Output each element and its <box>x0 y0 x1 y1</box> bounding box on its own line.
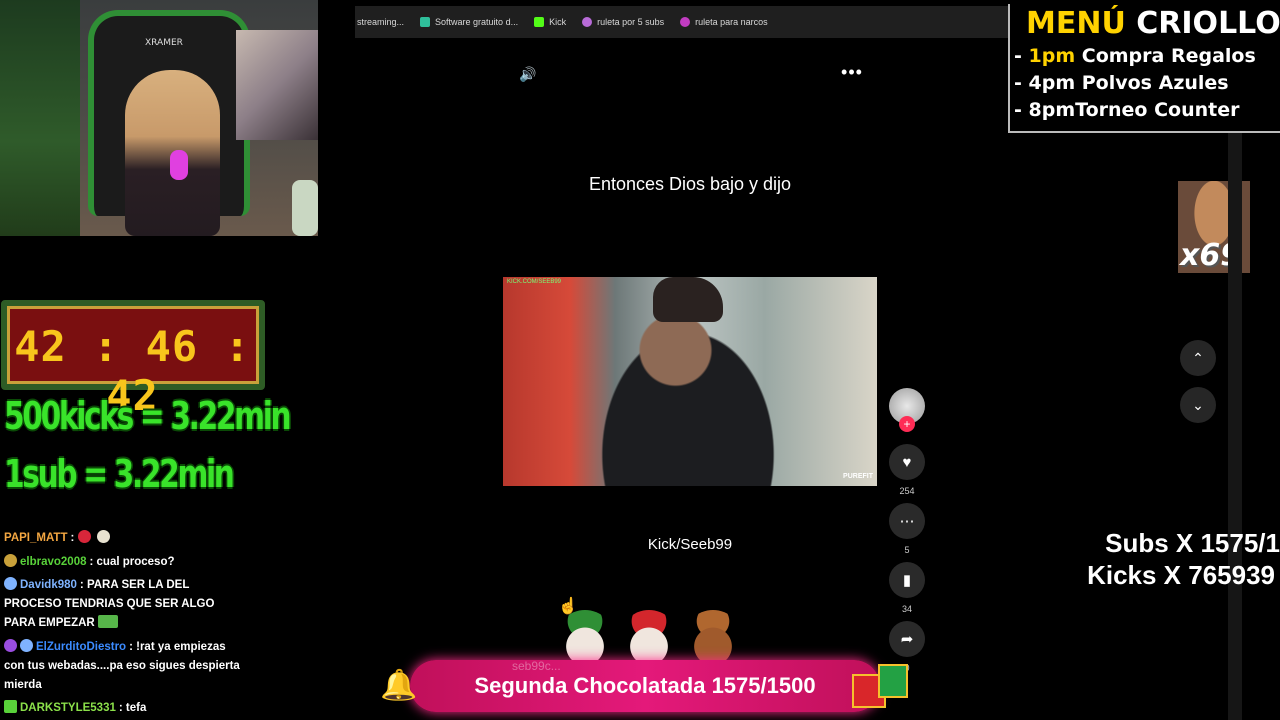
menu-title-yellow: MENÚ <box>1026 6 1126 41</box>
xmas-character <box>556 610 614 666</box>
heart-icon: ♥ <box>902 453 912 471</box>
bookmark-ruleta-subs[interactable]: ruleta por 5 subs <box>582 17 664 27</box>
like-count: 254 <box>899 486 915 496</box>
software-icon <box>420 17 431 27</box>
chat-text: cual proceso? <box>96 556 175 568</box>
chat-username[interactable]: ElZurditoDiestro <box>36 641 126 653</box>
save-button[interactable]: ▮ <box>889 562 925 598</box>
chat-username[interactable]: Davidk980 <box>20 579 77 591</box>
video-caption-bottom: Kick/Seeb99 <box>647 536 733 553</box>
background-clothes <box>236 30 318 140</box>
menu-text: Torneo Counter <box>1075 99 1240 121</box>
menu-time: 4pm <box>1028 72 1076 94</box>
menu-title-white: CRIOLLO <box>1136 6 1280 41</box>
next-video-button[interactable]: ⌄ <box>1180 387 1216 423</box>
bookmark-icon: ▮ <box>902 572 912 589</box>
menu-time: 8pm <box>1028 99 1076 121</box>
subs-counter: Subs X 1575/1 <box>1105 528 1280 558</box>
kicks-counter: Kicks X 765939 <box>1087 560 1275 590</box>
chat-username[interactable]: DARKSTYLE5331 <box>20 702 116 714</box>
sub-rule: 1sub = 3.22min <box>4 452 235 496</box>
chat-message: elbravo2008: cual proceso? <box>4 553 244 572</box>
menu-bullet: - <box>1014 72 1029 94</box>
follow-button[interactable]: + <box>899 416 915 432</box>
chat-message: DARKSTYLE5331: tefa <box>4 699 244 718</box>
badge-icon <box>4 700 17 713</box>
gift-icon <box>848 660 918 710</box>
menu-text: Compra Regalos <box>1075 45 1256 67</box>
plant <box>292 180 318 236</box>
rose-emoji-icon <box>77 530 91 543</box>
ruleta-icon <box>680 17 691 27</box>
bookmark-label: streaming... <box>357 17 405 27</box>
save-count: 34 <box>901 604 912 614</box>
badge-icon <box>20 639 33 652</box>
share-button[interactable]: ➦ <box>889 621 925 657</box>
microphone <box>170 150 188 180</box>
video-watermark: KICK.COM/SEEB99 <box>507 279 562 285</box>
share-icon: ➦ <box>900 631 914 648</box>
ruleta-icon <box>582 17 593 27</box>
bookmark-label: Software gratuito d... <box>435 17 519 27</box>
christmas-tree <box>0 0 80 236</box>
bookmarks-bar: streaming... Software gratuito d... Kick… <box>355 6 1008 38</box>
bookmark-kick[interactable]: Kick <box>534 17 566 27</box>
bookmark-ruleta-narcos[interactable]: ruleta para narcos <box>680 17 768 27</box>
video-caption-top: Entonces Dios bajo y dijo <box>588 174 792 194</box>
video-username: seb99c... <box>512 659 561 673</box>
kicks-rule: 500kicks = 3.22min <box>4 394 292 438</box>
badge-icon <box>4 639 17 652</box>
menu-bullet: - <box>1014 99 1029 121</box>
bookmark-label: ruleta para narcos <box>695 17 768 27</box>
chat-message: Davidk980: PARA SER LA DEL PROCESO TENDR… <box>4 577 215 629</box>
gift-box-green <box>878 664 908 698</box>
chat-message: PAPI_MATT: <box>4 529 244 548</box>
menu-item: - 4pm Polvos Azules <box>1014 72 1229 94</box>
emote-icon <box>97 615 118 628</box>
bookmark-software[interactable]: Software gratuito d... <box>420 17 518 27</box>
menu-bullet: - <box>1014 45 1029 67</box>
menu-item: - 1pm Compra Regalos <box>1014 45 1256 67</box>
comment-icon: ⋯ <box>899 513 915 530</box>
chat-text: tefa <box>125 702 147 714</box>
badge-icon <box>4 554 17 567</box>
menu-item: - 8pmTorneo Counter <box>1014 99 1239 121</box>
menu-time: 1pm <box>1028 45 1076 67</box>
bookmark-label: Kick <box>549 17 567 27</box>
badge-icon <box>4 577 17 590</box>
xmas-character <box>620 610 678 666</box>
goal-banner-text: Segunda Chocolatada 1575/1500 <box>474 673 816 698</box>
volume-icon[interactable]: 🔊 <box>518 64 538 84</box>
previous-video-button[interactable]: ⌃ <box>1180 340 1216 376</box>
comment-count: 5 <box>904 545 910 555</box>
video-brand: PUREFIT <box>843 473 873 480</box>
chair-logo: XRAMER <box>145 38 183 48</box>
kick-icon <box>534 17 545 27</box>
chevron-up-icon: ⌃ <box>1192 349 1204 366</box>
streamer-webcam: XRAMER <box>0 0 318 236</box>
mouse-cursor-icon: ☝ <box>558 598 578 615</box>
scroll-track <box>1228 133 1242 720</box>
bookmark-label: ruleta por 5 subs <box>597 17 665 27</box>
menu-title: MENÚ CRIOLLO <box>1026 6 1280 41</box>
video-person-hair <box>653 277 723 322</box>
comment-button[interactable]: ⋯ <box>889 503 925 539</box>
bell-icon: 🔔 <box>380 669 418 702</box>
chat-message: ElZurditoDiestro: !rat ya empiezas con t… <box>4 639 240 691</box>
more-options-icon[interactable]: ••• <box>840 63 864 84</box>
bookmark-streaming[interactable]: streaming... <box>357 17 404 27</box>
chat-username[interactable]: PAPI_MATT <box>4 532 67 544</box>
chat-username[interactable]: elbravo2008 <box>20 556 87 568</box>
reindeer-character <box>684 610 742 666</box>
menu-text: Polvos Azules <box>1075 72 1229 94</box>
video-frame[interactable]: KICK.COM/SEEB99 PUREFIT <box>503 277 877 486</box>
emote-icon <box>96 530 110 543</box>
chevron-down-icon: ⌄ <box>1192 396 1204 413</box>
like-button[interactable]: ♥ <box>889 444 925 480</box>
